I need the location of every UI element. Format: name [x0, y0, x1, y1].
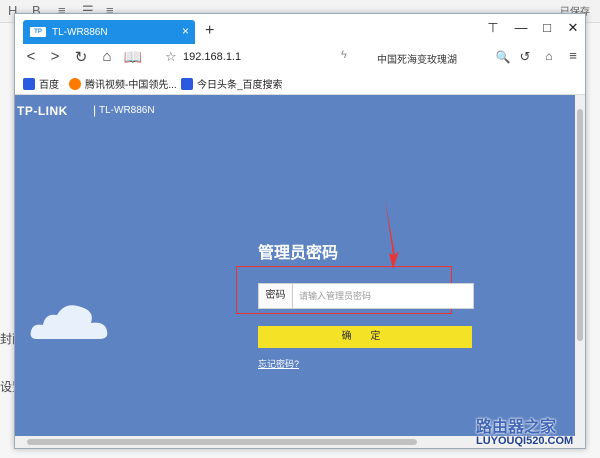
bookmark-label: 百度	[39, 80, 59, 91]
star-icon[interactable]: ☆	[165, 49, 177, 65]
paw-icon	[23, 77, 35, 90]
maximize-icon[interactable]: □	[537, 20, 557, 35]
reload-icon[interactable]: ↻	[71, 48, 91, 66]
search-suggestion[interactable]: 中国死海变玫瑰湖	[377, 51, 457, 66]
vertical-scroll-thumb[interactable]	[577, 109, 583, 341]
speed-icon[interactable]: ϟ	[341, 49, 347, 61]
bookmark-label: 腾讯视频-中国领先...	[85, 80, 177, 91]
tab-title: TL-WR886N	[52, 26, 108, 38]
forward-icon[interactable]: >	[45, 48, 65, 65]
browser-window: TP TL-WR886N × + ⊤ — □ ✕ < > ↻ ⌂ 📖 ☆ 192…	[14, 13, 586, 449]
confirm-button[interactable]: 确 定	[258, 326, 472, 348]
cloud-icon	[30, 305, 108, 339]
brand-logo: TP-LINK	[17, 104, 68, 118]
video-icon	[69, 77, 81, 90]
tab-router-admin[interactable]: TP TL-WR886N ×	[23, 20, 195, 44]
password-label: 密码	[259, 284, 293, 308]
model-name: TL-WR886N	[99, 105, 155, 116]
bookmark-tencent-video[interactable]: 腾讯视频-中国领先...	[69, 76, 177, 91]
brand-divider: |	[93, 103, 97, 117]
close-icon[interactable]: ×	[182, 24, 189, 38]
tab-bar: TP TL-WR886N × + ⊤ — □ ✕	[15, 14, 585, 44]
close-window-icon[interactable]: ✕	[563, 20, 583, 36]
bookmark-label: 今日头条_百度搜索	[197, 80, 283, 91]
vertical-scrollbar[interactable]	[575, 95, 585, 436]
login-title: 管理员密码	[258, 245, 339, 262]
password-field: 密码	[258, 283, 474, 309]
home-icon[interactable]: ⌂	[97, 48, 117, 65]
new-tab-button[interactable]: +	[205, 22, 214, 40]
watermark-title: 路由器之家	[476, 419, 557, 436]
tp-link-favicon: TP	[30, 27, 46, 37]
menu-icon[interactable]: ≡	[563, 48, 583, 63]
back-icon[interactable]: <	[21, 48, 41, 65]
password-input[interactable]	[293, 284, 473, 308]
bookmark-toutiao[interactable]: 今日头条_百度搜索	[181, 76, 283, 91]
forgot-password-link[interactable]: 忘记密码?	[258, 357, 299, 370]
reader-icon[interactable]: 📖	[123, 48, 143, 66]
router-login-page: TP-LINK | TL-WR886N 管理员密码 密码 确 定 忘记密码?	[15, 95, 575, 436]
watermark-url: LUYOUQI520.COM	[476, 435, 574, 447]
url-field[interactable]: 192.168.1.1	[183, 51, 241, 63]
bag-icon[interactable]: ⌂	[539, 49, 559, 63]
red-arrow-icon	[385, 199, 399, 269]
undo-icon[interactable]: ↺	[515, 49, 535, 65]
bookmarks-bar: 百度 腾讯视频-中国领先... 今日头条_百度搜索	[15, 72, 585, 95]
minimize-icon[interactable]: —	[511, 20, 531, 35]
bookmark-baidu[interactable]: 百度	[23, 76, 59, 91]
paw-icon	[181, 77, 193, 90]
tabs-menu-icon[interactable]: ⊤	[483, 20, 503, 36]
address-bar: < > ↻ ⌂ 📖 ☆ 192.168.1.1 ϟ 中国死海变玫瑰湖 🔍 ↺ ⌂…	[15, 44, 585, 73]
horizontal-scroll-thumb[interactable]	[27, 439, 417, 445]
search-icon[interactable]: 🔍	[493, 50, 513, 64]
